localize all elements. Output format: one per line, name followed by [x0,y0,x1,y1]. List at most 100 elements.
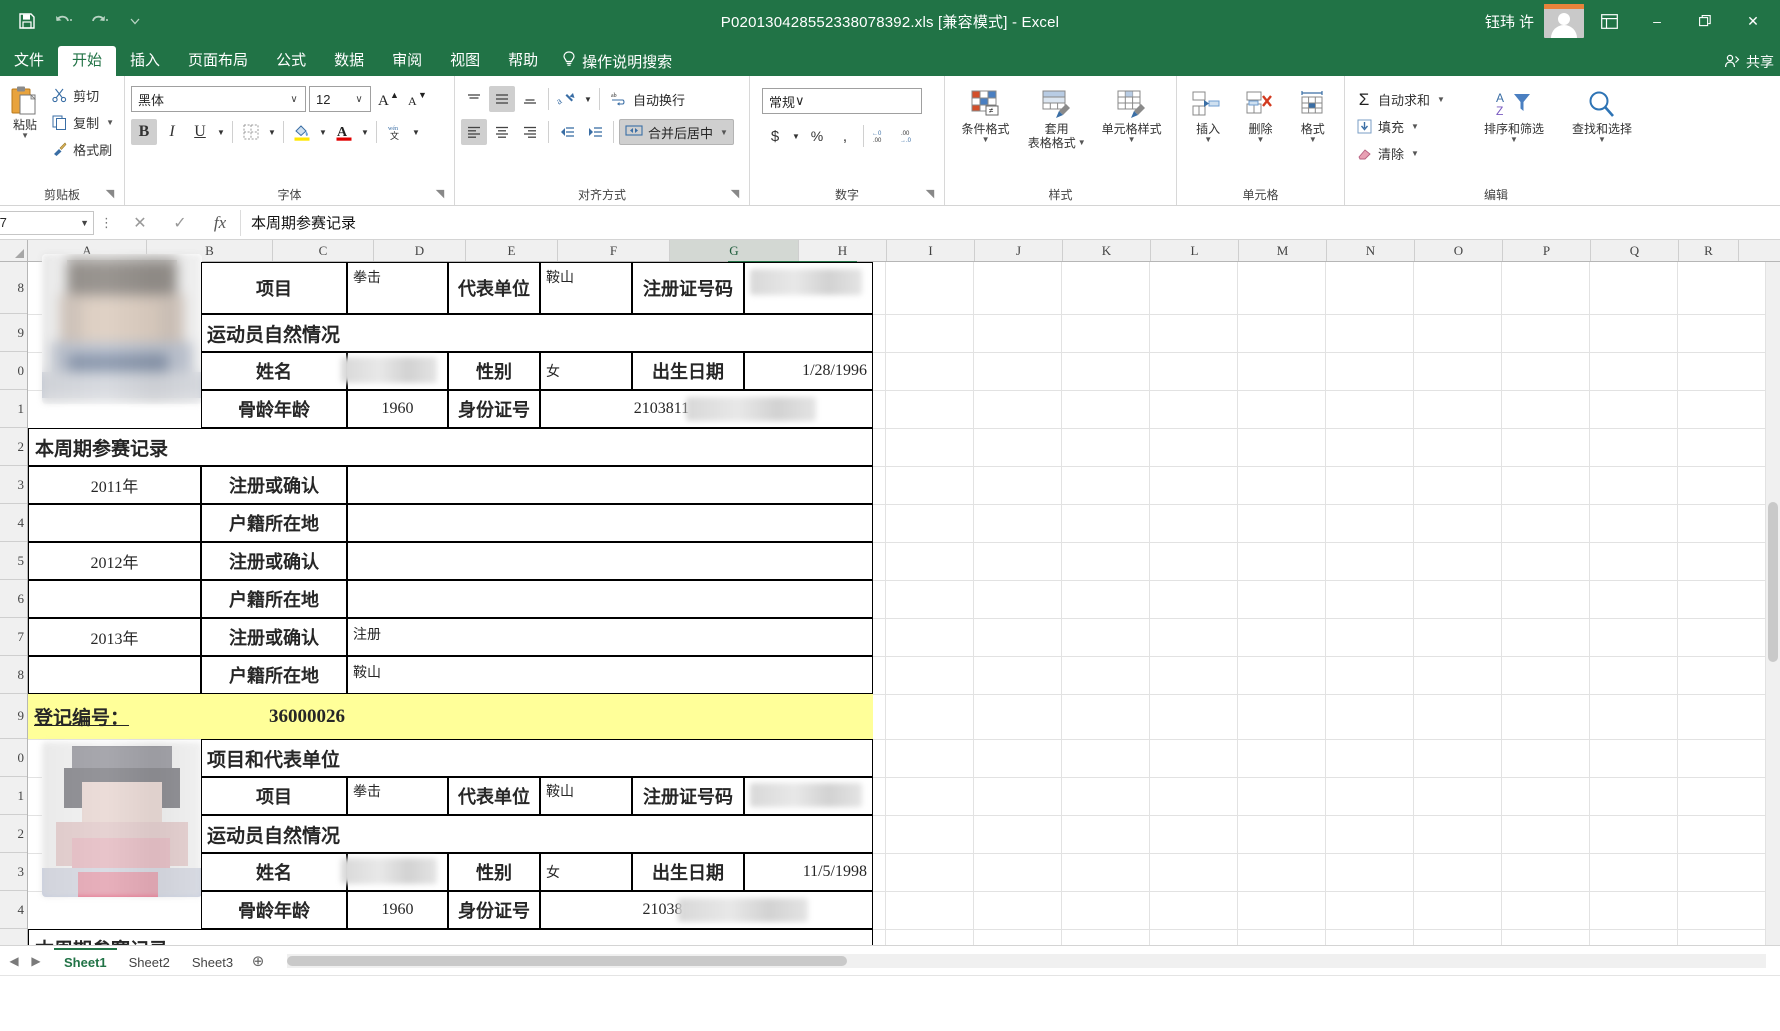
tab-file[interactable]: 文件 [0,46,58,76]
increase-indent-icon[interactable] [582,119,608,145]
cell-year-1-r4[interactable] [28,580,201,618]
row-header-15[interactable]: 5 [0,542,27,580]
currency-dropdown[interactable]: ▼ [790,123,802,149]
cell-type-1-r1[interactable]: 注册或确认 [201,466,347,504]
name-box[interactable]: A7 ▼ [0,210,94,235]
cell-year-1-r1[interactable]: 2011年 [28,466,201,504]
font-dialog-launcher[interactable]: ◥ [434,188,446,200]
row-header-11[interactable]: 1 [0,390,27,428]
cell-year-1-r5[interactable]: 2013年 [28,618,201,656]
restore-button[interactable] [1682,4,1728,38]
borders-icon[interactable] [238,119,264,145]
row-header-21[interactable]: 1 [0,777,27,815]
column-header-E[interactable]: E [466,240,558,261]
sort-filter-button[interactable]: AZ 排序和筛选 ▼ [1471,84,1557,144]
tab-home[interactable]: 开始 [58,46,117,76]
row-header-16[interactable]: 6 [0,580,27,618]
cell-type-1-r5[interactable]: 注册或确认 [201,618,347,656]
sheet-tab-sheet3[interactable]: Sheet3 [182,948,243,974]
tab-insert[interactable]: 插入 [116,46,174,76]
cell-regno-label-1[interactable]: 注册证号码 [632,262,744,314]
cell-value-1-r2[interactable] [347,504,873,542]
tab-formulas[interactable]: 公式 [262,46,320,76]
row-header-18[interactable]: 8 [0,656,27,694]
row-header-20[interactable]: 0 [0,739,27,777]
row-header-8[interactable]: 8 [0,262,27,314]
format-cells-button[interactable]: 格式 ▼ [1288,84,1338,144]
add-sheet-icon[interactable]: ⊕ [245,952,271,970]
number-dialog-launcher[interactable]: ◥ [924,188,936,200]
row-header-13[interactable]: 3 [0,466,27,504]
cell-styles-button[interactable]: 单元格样式 ▼ [1093,84,1170,144]
font-size-combo[interactable]: 12 ∨ [309,86,371,112]
cell-bone-age-label-2[interactable]: 骨龄年龄 [201,891,347,929]
minimize-button[interactable]: – [1634,4,1680,38]
column-header-C[interactable]: C [273,240,374,261]
cell-name-label-2[interactable]: 姓名 [201,853,347,891]
cell-year-1-r6[interactable] [28,656,201,694]
row-header-12[interactable]: 2 [0,428,27,466]
cell-type-1-r4[interactable]: 户籍所在地 [201,580,347,618]
close-button[interactable]: ✕ [1730,4,1776,38]
column-header-J[interactable]: J [975,240,1063,261]
column-header-R[interactable]: R [1679,240,1739,261]
cell-type-1-r2[interactable]: 户籍所在地 [201,504,347,542]
cell-natural-header-2[interactable]: 运动员自然情况 [201,815,873,853]
cell-registration-label[interactable]: 登记编号： [28,694,201,739]
fill-color-icon[interactable] [289,119,315,145]
cell-unit-value-2[interactable]: 鞍山 [540,777,632,815]
column-header-D[interactable]: D [374,240,466,261]
share-area[interactable]: 共享 [1724,52,1774,72]
merge-center-button[interactable]: 合并后居中 ▼ [619,119,734,145]
tab-data[interactable]: 数据 [320,46,378,76]
row-header-9[interactable]: 9 [0,314,27,352]
cell-value-1-r3[interactable] [347,542,873,580]
underline-button[interactable]: U [187,119,213,145]
row-header-22[interactable]: 2 [0,815,27,853]
cell-regno-label-2[interactable]: 注册证号码 [632,777,744,815]
cell-id-label-2[interactable]: 身份证号 [448,891,540,929]
cell-value-1-r6[interactable]: 鞍山 [347,656,873,694]
cell-year-1-r2[interactable] [28,504,201,542]
column-header-F[interactable]: F [558,240,670,261]
cell-year-1-r3[interactable]: 2012年 [28,542,201,580]
cell-unit-value-1[interactable]: 鞍山 [540,262,632,314]
tab-view[interactable]: 视图 [436,46,494,76]
cell-birth-value-2[interactable]: 11/5/1998 [744,853,873,891]
increase-font-size-button[interactable]: A ▲ [374,86,400,112]
column-header-P[interactable]: P [1503,240,1591,261]
comma-format-button[interactable]: , [832,123,858,149]
row-header-23[interactable]: 3 [0,853,27,891]
percent-format-button[interactable]: % [804,123,830,149]
autosum-button[interactable]: Σ 自动求和 ▼ [1351,87,1469,112]
cut-button[interactable]: 剪切 [46,83,118,108]
cell-birth-label-1[interactable]: 出生日期 [632,352,744,390]
cell-period-header-1[interactable]: 本周期参赛记录 [28,428,873,466]
cell-value-1-r1[interactable] [347,466,873,504]
column-header-H[interactable]: H [799,240,887,261]
cell-name-label-1[interactable]: 姓名 [201,352,347,390]
horizontal-scrollbar-thumb[interactable] [287,955,848,966]
cell-type-1-r6[interactable]: 户籍所在地 [201,656,347,694]
formula-input[interactable]: 本周期参赛记录 [240,209,1780,236]
cell-project-value-1[interactable]: 拳击 [347,262,448,314]
alignment-dialog-launcher[interactable]: ◥ [729,188,741,200]
column-header-N[interactable]: N [1327,240,1415,261]
user-account-name[interactable]: 钰玮 许 [1477,11,1542,32]
italic-button[interactable]: I [159,119,185,145]
decrease-decimal-icon[interactable]: .00 →.0 [897,123,923,149]
column-header-L[interactable]: L [1151,240,1239,261]
formula-bar-handle[interactable]: ⋮ [94,215,120,231]
align-top-icon[interactable] [461,86,487,112]
tell-me-search[interactable]: 操作说明搜索 [552,46,682,76]
cell-project-label-2[interactable]: 项目 [201,777,347,815]
vertical-scrollbar-thumb[interactable] [1768,502,1778,662]
align-left-icon[interactable] [461,119,487,145]
cell-unit-label-1[interactable]: 代表单位 [448,262,540,314]
column-header-I[interactable]: I [887,240,975,261]
cell-birth-value-1[interactable]: 1/28/1996 [744,352,873,390]
cell-unit-label-2[interactable]: 代表单位 [448,777,540,815]
cell-registration-value[interactable]: 36000026 [201,694,873,739]
column-header-M[interactable]: M [1239,240,1327,261]
find-select-button[interactable]: 查找和选择 ▼ [1559,84,1645,144]
